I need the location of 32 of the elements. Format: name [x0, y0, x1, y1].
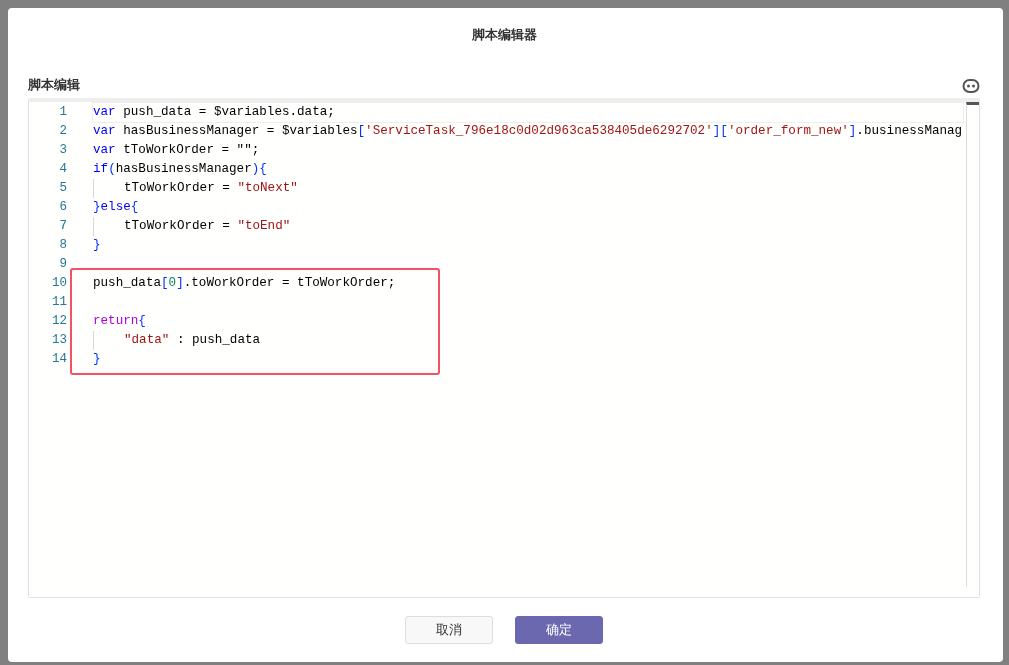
- line-number: 8: [58, 237, 67, 254]
- code-line: var tToWorkOrder = "";: [93, 143, 260, 157]
- code-line: push_data[0].toWorkOrder = tToWorkOrder;: [93, 276, 396, 290]
- editor-label: 脚本编辑: [28, 76, 80, 94]
- dialog-title: 脚本编辑器: [470, 26, 538, 44]
- line-number: 1: [58, 104, 67, 121]
- line-number: 14: [51, 351, 67, 368]
- line-number: 13: [51, 332, 67, 349]
- line-number: 2: [58, 123, 67, 140]
- code-line: tToWorkOrder = "toEnd": [124, 219, 291, 233]
- line-number: 10: [51, 275, 67, 292]
- code-line: if(hasBusinessManager){: [93, 162, 267, 176]
- code-line: return{: [93, 314, 146, 328]
- line-number: 11: [51, 294, 67, 311]
- robot-face-icon[interactable]: [962, 78, 980, 94]
- line-number: 3: [58, 142, 67, 159]
- line-number: 4: [58, 161, 67, 178]
- line-number: 6: [58, 199, 67, 216]
- code-line: var hasBusinessManager = $variables['ServiceTask_796e18c0d02d963ca538405de6292702']['order_form_new'].businessManag: [93, 124, 963, 138]
- code-line: "data" : push_data: [124, 333, 261, 347]
- line-number: 9: [58, 256, 67, 273]
- code-line: tToWorkOrder = "toNext": [124, 181, 298, 195]
- code-line: }: [93, 352, 101, 366]
- line-number: 12: [51, 313, 67, 330]
- line-number: 7: [58, 218, 67, 235]
- code-line: }: [93, 238, 101, 252]
- code-line: var push_data = $variables.data;: [93, 105, 335, 119]
- scrollbar[interactable]: [966, 102, 979, 587]
- cancel-button[interactable]: 取消: [405, 616, 493, 644]
- line-number: 5: [58, 180, 67, 197]
- code-line: }else{: [93, 200, 139, 214]
- confirm-button[interactable]: 确定: [515, 616, 603, 644]
